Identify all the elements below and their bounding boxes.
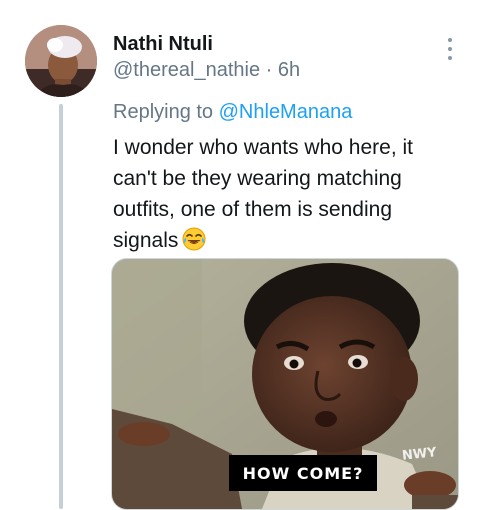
- author-meta: @thereal_nathie · 6h: [113, 59, 300, 82]
- tweet-time[interactable]: 6h: [278, 59, 300, 81]
- tweet-text-last: signals: [113, 229, 179, 252]
- more-options-icon[interactable]: [442, 38, 458, 60]
- tweet-text-line: can't be they wearing matching: [113, 167, 402, 190]
- meme-caption: HOW COME?: [229, 455, 377, 491]
- tweet-text: I wonder who wants who here, it can't be…: [113, 132, 463, 256]
- thread-line: [59, 104, 63, 509]
- mention-link[interactable]: @NhleManana: [219, 101, 353, 123]
- tweet-media-image[interactable]: NWY HOW COME?: [111, 258, 459, 510]
- dot: [448, 56, 452, 60]
- avatar-image: [25, 25, 97, 97]
- avatar[interactable]: [25, 25, 97, 97]
- tweet-text-line: outfits, one of them is sending: [113, 198, 392, 221]
- face-with-tears-of-joy-icon: [182, 227, 206, 251]
- author-handle[interactable]: @thereal_nathie: [113, 59, 260, 81]
- author-name[interactable]: Nathi Ntuli: [113, 33, 213, 56]
- tweet[interactable]: Nathi Ntuli @thereal_nathie · 6h Replyin…: [0, 0, 480, 510]
- replying-prefix: Replying to: [113, 101, 219, 123]
- dot: [448, 47, 452, 51]
- replying-to: Replying to @NhleManana: [113, 101, 352, 124]
- tweet-text-line: I wonder who wants who here, it: [113, 136, 413, 159]
- dot: [448, 38, 452, 42]
- tweet-text-line: signals: [113, 225, 463, 256]
- meta-separator: ·: [260, 59, 278, 81]
